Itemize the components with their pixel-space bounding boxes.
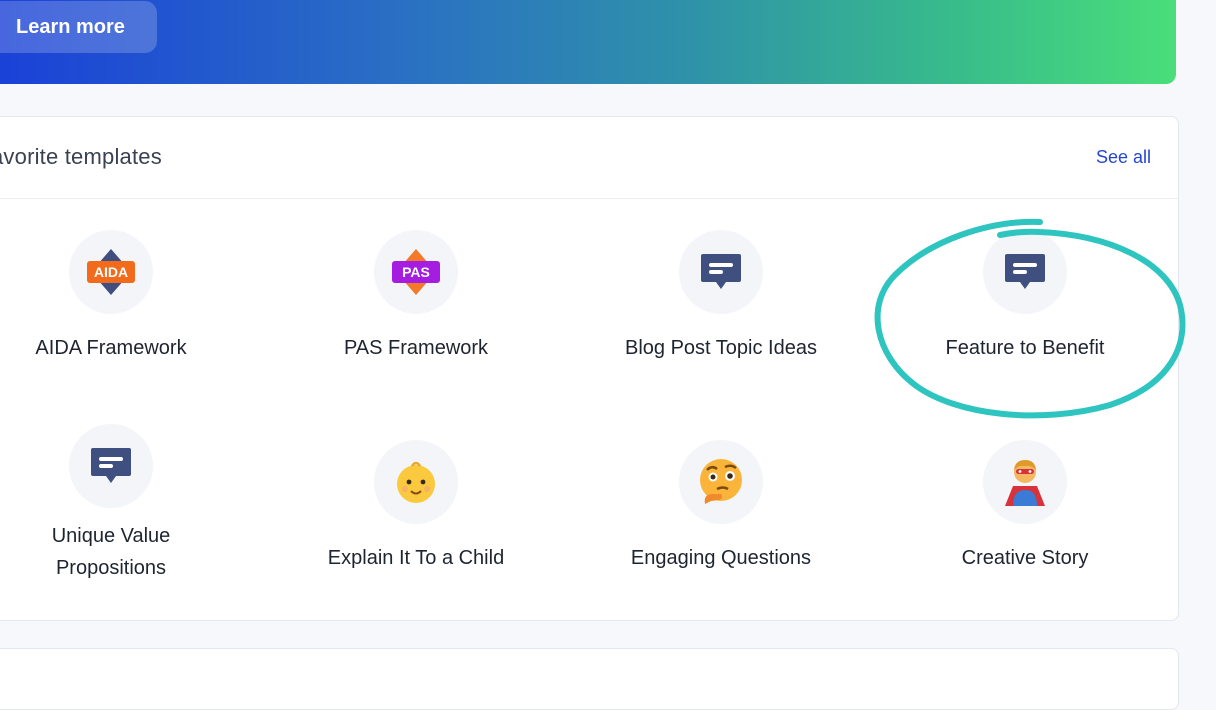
annotation-circle — [874, 218, 1186, 419]
next-section-panel — [0, 648, 1179, 710]
